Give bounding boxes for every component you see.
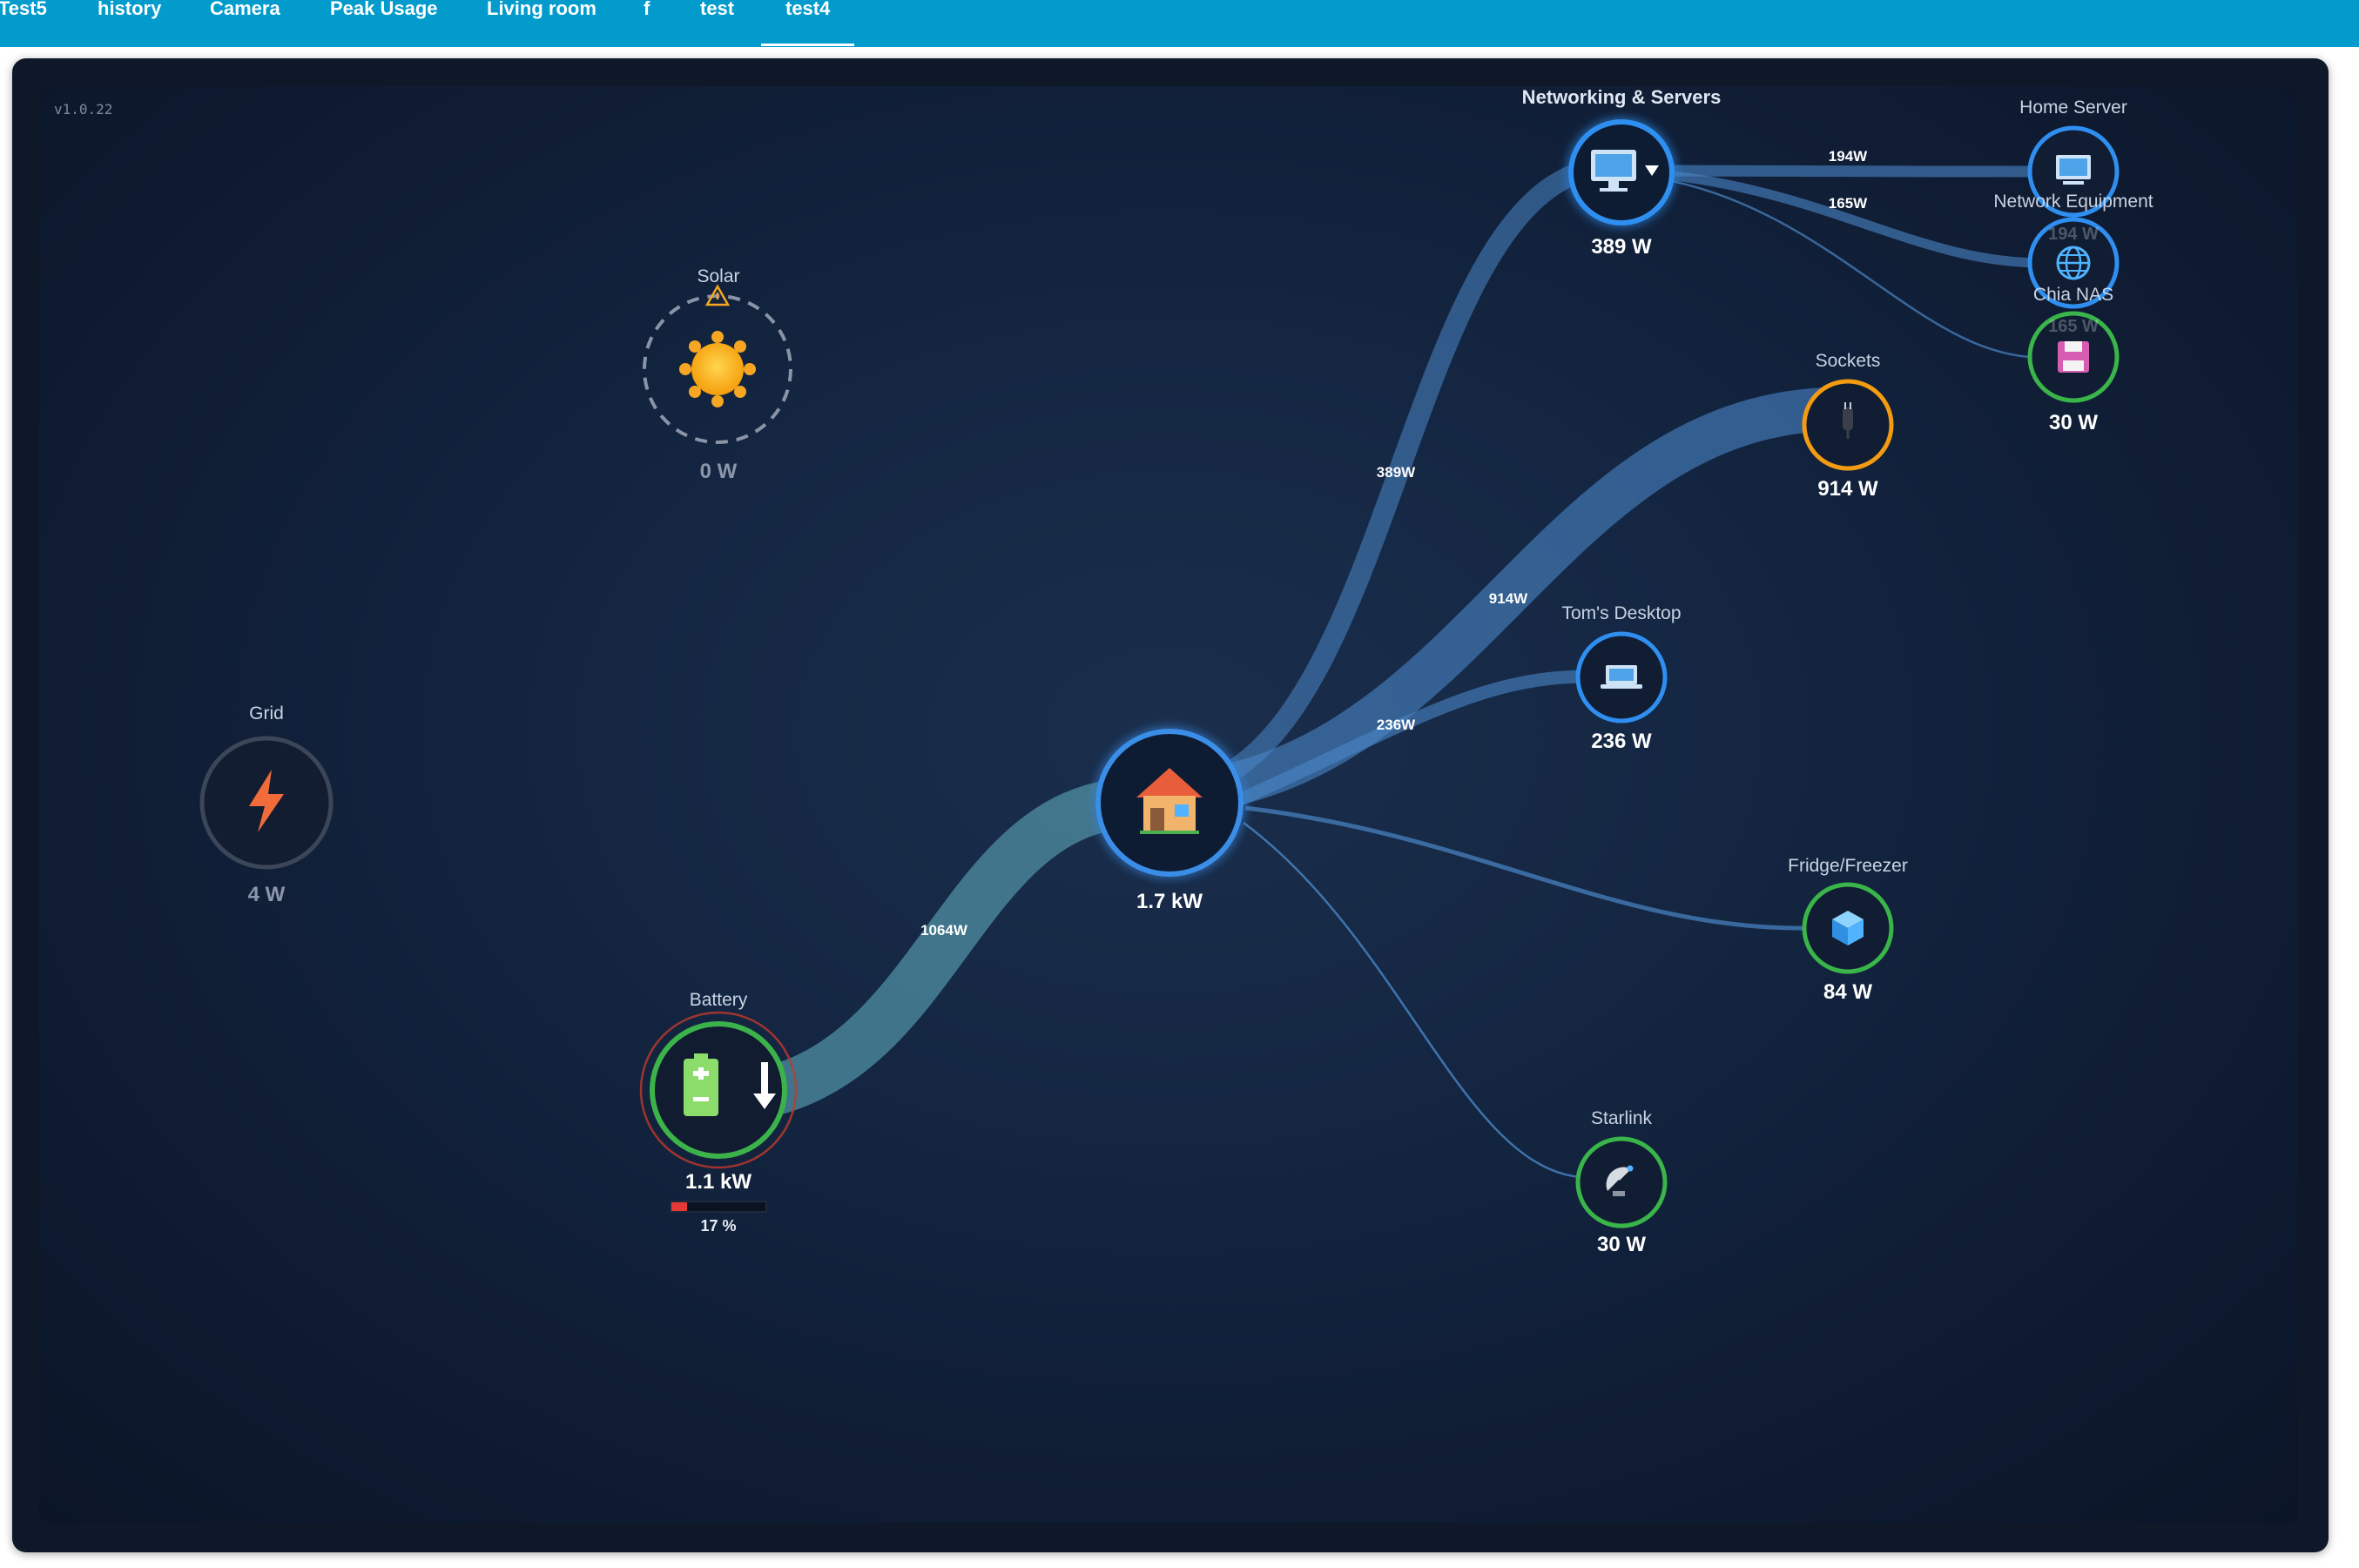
flow-battery-home: [750, 777, 1157, 1115]
networking-value: 389 W: [1591, 235, 1652, 259]
home-server-label: Home Server: [2019, 98, 2127, 118]
flow-net-equipment: [1658, 169, 2039, 268]
flow-label-home-desktop: 236W: [1376, 717, 1416, 733]
battery-value: 1.1 kW: [684, 1170, 752, 1194]
toms-desktop-node[interactable]: [1578, 634, 1665, 721]
flow-home-fridge: [1244, 805, 1812, 931]
home-value: 1.7 kW: [1136, 890, 1203, 913]
fridge-value: 84 W: [1823, 980, 1873, 1004]
home-node[interactable]: [1098, 731, 1241, 874]
grid-label: Grid: [249, 703, 284, 723]
toms-desktop-label: Tom's Desktop: [1561, 603, 1682, 623]
flow-home-sockets: [1230, 387, 1830, 805]
home-server-value: 194 W: [2048, 225, 2099, 244]
sockets-value: 914 W: [1817, 477, 1878, 501]
flow-net-homeserver: [1658, 165, 2039, 178]
sockets-node[interactable]: [1804, 381, 1891, 468]
flow-label-battery-home: 1064W: [920, 922, 967, 939]
grid-value: 4 W: [247, 883, 286, 906]
toms-desktop-value: 236 W: [1591, 730, 1652, 753]
starlink-node[interactable]: [1578, 1139, 1665, 1226]
starlink-value: 30 W: [1596, 1233, 1647, 1256]
solar-value: 0 W: [699, 460, 738, 483]
sockets-label: Sockets: [1815, 351, 1881, 371]
grid-node[interactable]: [202, 738, 331, 867]
chia-nas-label: Chia NAS: [2032, 285, 2114, 305]
battery-level-bar: [670, 1201, 767, 1213]
flow-label-home-networking: 389W: [1376, 464, 1416, 481]
solar-node[interactable]: [644, 296, 791, 442]
network-equipment-label: Network Equipment: [1993, 192, 2153, 212]
network-equipment-value: 165 W: [2048, 317, 2099, 336]
battery-level-fill: [671, 1202, 688, 1211]
flow-label-net-homeserver: 194W: [1828, 148, 1868, 165]
starlink-label: Starlink: [1590, 1108, 1653, 1128]
fridge-node[interactable]: [1804, 885, 1891, 972]
chia-nas-value: 30 W: [2048, 411, 2099, 434]
solar-label: Solar: [697, 266, 740, 286]
networking-node[interactable]: [1571, 122, 1672, 223]
battery-label: Battery: [689, 990, 748, 1010]
fridge-label: Fridge/Freezer: [1788, 856, 1908, 876]
flow-label-home-sockets: 914W: [1488, 590, 1528, 607]
battery-percent: 17 %: [700, 1217, 737, 1235]
flow-label-net-equipment: 165W: [1828, 195, 1868, 212]
battery-node[interactable]: [641, 1013, 796, 1168]
networking-label: Networking & Servers: [1521, 86, 1722, 108]
